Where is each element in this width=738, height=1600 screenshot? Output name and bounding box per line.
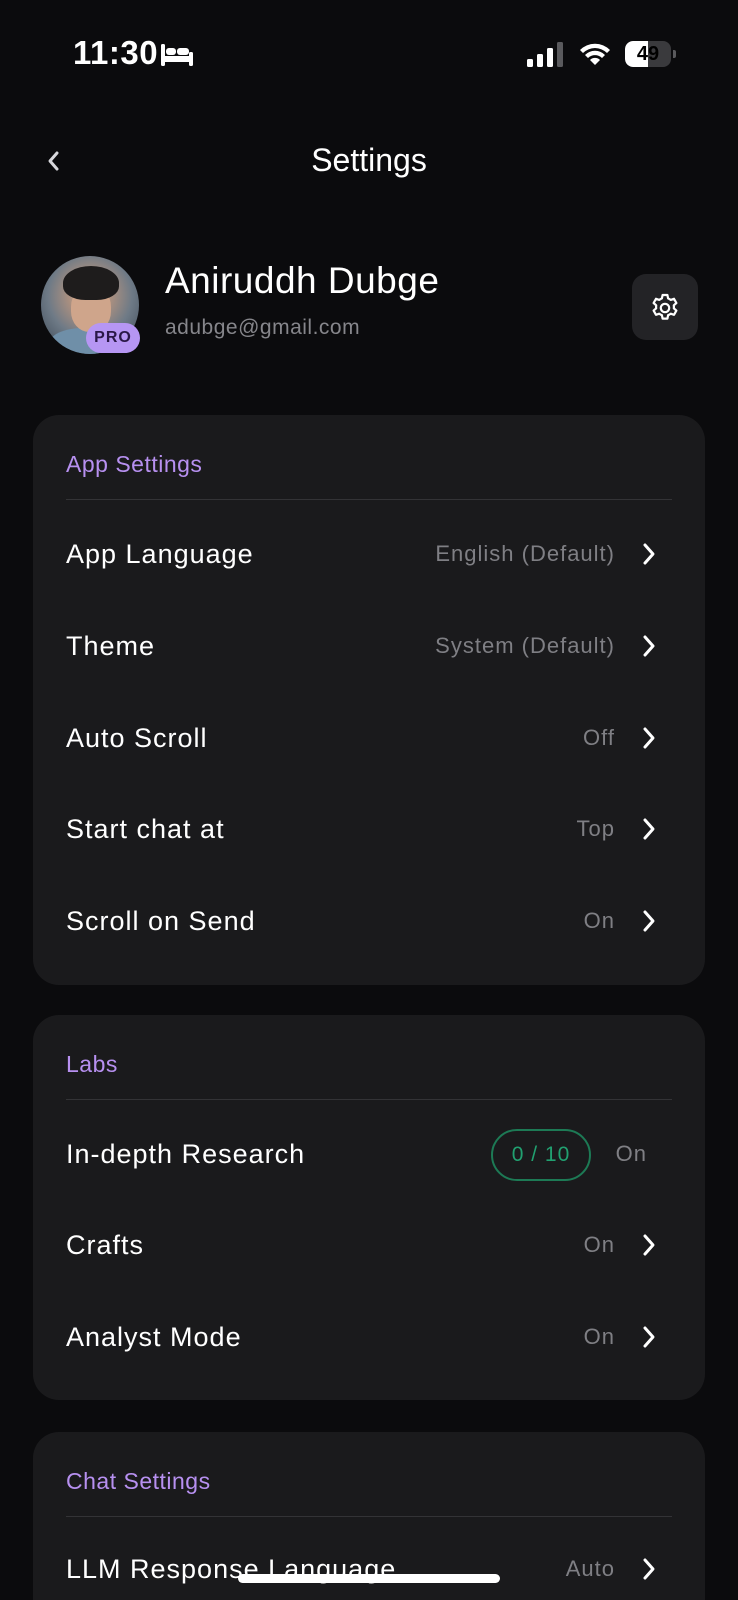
app-settings-card: App Settings App Language English (Defau… xyxy=(33,415,705,985)
settings-row-in-depth-research[interactable]: In-depth Research 0 / 10 On xyxy=(33,1109,705,1199)
profile-email: adubge@gmail.com xyxy=(165,316,361,339)
settings-row-scroll-on-send[interactable]: Scroll on Send On xyxy=(33,876,705,966)
row-label: App Language xyxy=(66,539,254,569)
row-value: English (Default) xyxy=(435,541,615,566)
chevron-right-icon xyxy=(643,1326,655,1348)
divider xyxy=(66,1516,672,1517)
row-label: Start chat at xyxy=(66,814,225,844)
row-value: On xyxy=(583,1232,615,1257)
chevron-right-icon xyxy=(643,1234,655,1256)
battery-icon: 49 xyxy=(625,41,676,67)
settings-row-auto-scroll[interactable]: Auto Scroll Off xyxy=(33,693,705,783)
settings-row-llm-response-language[interactable]: LLM Response Language Auto xyxy=(33,1524,705,1600)
row-value: Off xyxy=(583,725,615,750)
row-label: Crafts xyxy=(66,1230,145,1260)
section-header: Chat Settings xyxy=(66,1468,211,1494)
settings-screen: 11:30 49 Settings PRO Aniruddh Dubge adu… xyxy=(0,0,738,1600)
row-value: Auto xyxy=(565,1556,615,1581)
chevron-right-icon xyxy=(643,1558,655,1580)
labs-card: Labs In-depth Research 0 / 10 On Crafts … xyxy=(33,1015,705,1400)
signal-icon xyxy=(527,42,563,67)
section-header: Labs xyxy=(66,1051,118,1077)
chevron-right-icon xyxy=(643,727,655,749)
status-bar: 11:30 49 xyxy=(0,0,738,110)
row-value: Top xyxy=(576,816,615,841)
pro-badge: PRO xyxy=(86,323,140,353)
row-value: On xyxy=(583,908,615,933)
row-label: In-depth Research xyxy=(66,1139,306,1169)
divider xyxy=(66,499,672,500)
row-label: Scroll on Send xyxy=(66,906,256,936)
settings-row-analyst-mode[interactable]: Analyst Mode On xyxy=(33,1292,705,1382)
row-label: Theme xyxy=(66,631,156,661)
chevron-right-icon xyxy=(643,543,655,565)
gear-icon xyxy=(652,293,678,320)
row-value: On xyxy=(615,1141,647,1166)
settings-row-app-language[interactable]: App Language English (Default) xyxy=(33,509,705,599)
battery-level: 49 xyxy=(636,43,660,65)
row-label: Analyst Mode xyxy=(66,1322,242,1352)
settings-row-theme[interactable]: Theme System (Default) xyxy=(33,601,705,691)
bed-icon xyxy=(161,44,193,66)
row-label: LLM Response Language xyxy=(66,1554,397,1584)
home-indicator[interactable] xyxy=(238,1574,500,1583)
row-value: On xyxy=(583,1324,615,1349)
account-settings-button[interactable] xyxy=(632,274,698,340)
page-title: Settings xyxy=(311,142,427,178)
chevron-right-icon xyxy=(643,910,655,932)
settings-row-start-chat-at[interactable]: Start chat at Top xyxy=(33,784,705,874)
section-header: App Settings xyxy=(66,451,203,477)
status-time: 11:30 xyxy=(73,34,159,71)
settings-row-crafts[interactable]: Crafts On xyxy=(33,1200,705,1290)
divider xyxy=(66,1099,672,1100)
usage-counter-badge: 0 / 10 xyxy=(491,1129,591,1181)
chevron-right-icon xyxy=(643,818,655,840)
profile-name: Aniruddh Dubge xyxy=(165,260,440,301)
row-value: System (Default) xyxy=(435,633,615,658)
chevron-right-icon xyxy=(643,635,655,657)
row-label: Auto Scroll xyxy=(66,723,208,753)
wifi-icon xyxy=(580,43,610,65)
